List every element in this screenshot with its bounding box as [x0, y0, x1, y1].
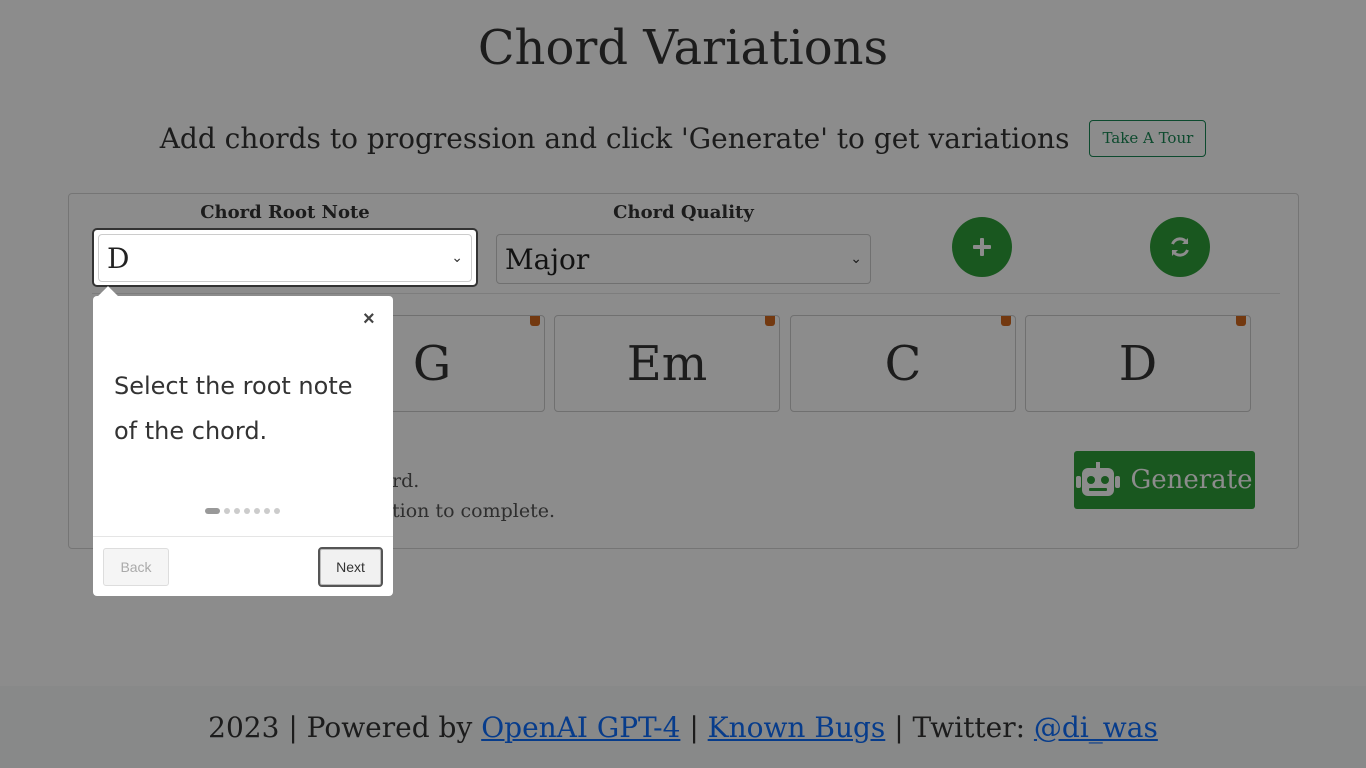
root-note-value: D	[107, 241, 130, 275]
tour-dot[interactable]	[205, 508, 220, 514]
tour-popover: × Select the root note of the chord. Bac…	[93, 286, 393, 596]
tour-dot[interactable]	[254, 508, 260, 514]
root-note-select[interactable]: D ⌄	[98, 234, 472, 282]
tour-dot[interactable]	[224, 508, 230, 514]
tour-dot[interactable]	[234, 508, 240, 514]
tour-dot[interactable]	[274, 508, 280, 514]
tour-step-text: Select the root note of the chord.	[114, 372, 353, 445]
chevron-down-icon: ⌄	[451, 250, 463, 266]
tour-popover-footer: Back Next	[93, 536, 393, 596]
close-icon[interactable]: ×	[363, 308, 375, 331]
tour-back-button[interactable]: Back	[103, 548, 169, 586]
tour-dot[interactable]	[244, 508, 250, 514]
tour-next-button[interactable]: Next	[318, 547, 383, 587]
tour-progress-dots	[205, 508, 280, 514]
tour-dot[interactable]	[264, 508, 270, 514]
root-note-highlight: D ⌄	[92, 228, 478, 287]
